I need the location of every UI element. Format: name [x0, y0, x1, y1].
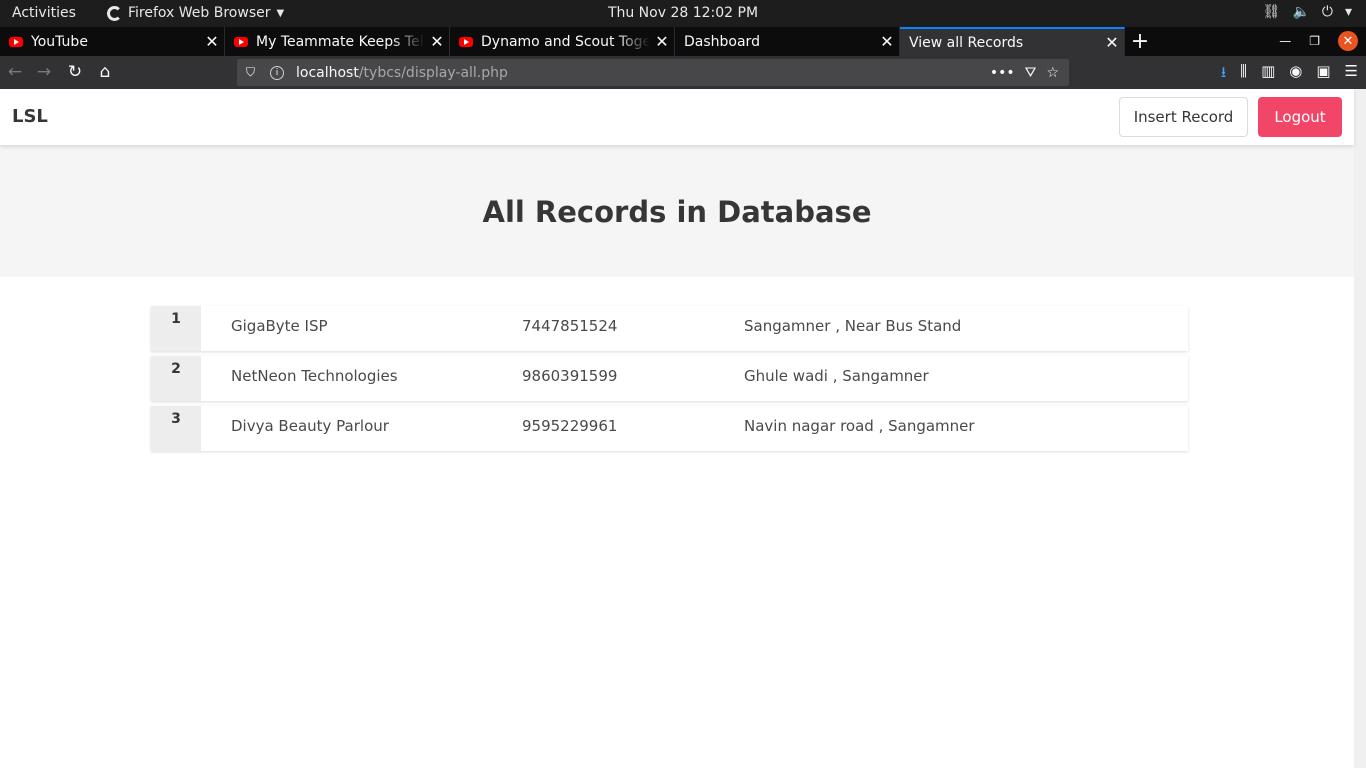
insert-record-button[interactable]: Insert Record — [1119, 97, 1248, 137]
youtube-icon — [9, 36, 23, 47]
record-phone: 9860391599 — [522, 367, 618, 385]
minimize-icon[interactable]: — — [1279, 34, 1291, 48]
record-row: 2 NetNeon Technologies 9860391599 Ghule … — [151, 356, 1188, 401]
page-content: LSL Insert Record Logout All Records in … — [0, 89, 1354, 768]
new-tab-button[interactable]: + — [1130, 27, 1150, 56]
sidebar-icon[interactable]: ▥ — [1261, 62, 1275, 87]
record-row: 3 Divya Beauty Parlour 9595229961 Navin … — [151, 406, 1188, 451]
close-icon[interactable]: ✕ — [1100, 33, 1124, 52]
power-icon[interactable]: ⏻ — [1322, 4, 1333, 20]
library-icon[interactable]: ⫼ — [1240, 62, 1247, 87]
record-phone: 7447851524 — [522, 317, 618, 335]
download-icon[interactable]: ⭳ — [1221, 62, 1226, 87]
reload-icon[interactable]: ↻ — [64, 62, 86, 82]
window-close-button[interactable]: ✕ — [1338, 31, 1358, 51]
record-number: 2 — [151, 356, 201, 401]
url-bar[interactable]: ⛉ i localhost/tybcs/display-all.php ••• … — [237, 59, 1069, 86]
hero-section: All Records in Database — [0, 145, 1354, 277]
page-title: All Records in Database — [482, 195, 872, 229]
tab-teammate[interactable]: My Teammate Keeps Telling ✕ — [225, 27, 450, 56]
system-top-bar: Activities Firefox Web Browser ▼ Thu Nov… — [0, 0, 1366, 27]
record-number: 3 — [151, 406, 201, 451]
url-text[interactable]: localhost/tybcs/display-all.php — [296, 65, 990, 81]
tab-label: Dashboard — [684, 33, 760, 50]
close-icon[interactable]: ✕ — [200, 32, 224, 51]
clock[interactable]: Thu Nov 28 12:02 PM — [0, 5, 1366, 21]
tab-label: View all Records — [909, 34, 1024, 51]
system-tray[interactable]: ⛓ 🔈 ⏻ ▾ — [1263, 4, 1352, 20]
bookmark-star-icon[interactable]: ☆ — [1046, 65, 1059, 81]
close-icon[interactable]: ✕ — [650, 32, 674, 51]
menu-icon[interactable]: ☰ — [1345, 62, 1358, 87]
url-host: localhost — [296, 64, 359, 81]
url-path: /tybcs/display-all.php — [358, 64, 508, 81]
tab-label: Dynamo and Scout Together — [481, 33, 650, 50]
records-list: 1 GigaByte ISP 7447851524 Sangamner , Ne… — [151, 306, 1188, 456]
back-arrow-icon[interactable]: ← — [4, 62, 26, 82]
record-number: 1 — [151, 306, 201, 351]
tab-dashboard[interactable]: Dashboard ✕ — [675, 27, 900, 56]
record-name: Divya Beauty Parlour — [231, 417, 389, 435]
record-address: Navin nagar road , Sangamner — [744, 417, 975, 435]
volume-icon[interactable]: 🔈 — [1292, 4, 1309, 20]
toolbar-right: ⭳ ⫼ ▥ ◉ ▣ ☰ — [1221, 62, 1358, 87]
tab-strip: YouTube ✕ My Teammate Keeps Telling ✕ Dy… — [0, 27, 1366, 56]
record-address: Ghule wadi , Sangamner — [744, 367, 929, 385]
site-brand[interactable]: LSL — [12, 106, 48, 127]
youtube-icon — [234, 36, 248, 47]
tab-label: My Teammate Keeps Telling — [256, 33, 425, 50]
close-icon[interactable]: ✕ — [425, 32, 449, 51]
restore-icon[interactable]: ❐ — [1309, 34, 1320, 48]
home-icon[interactable]: ⌂ — [94, 62, 116, 82]
network-icon[interactable]: ⛓ — [1263, 4, 1281, 20]
window-controls: — ❐ ✕ — [1279, 31, 1358, 51]
shield-icon[interactable]: ⛉ — [246, 65, 259, 80]
record-phone: 9595229961 — [522, 417, 618, 435]
tab-label: YouTube — [31, 33, 88, 50]
extension-icon[interactable]: ▣ — [1316, 62, 1330, 87]
record-name: NetNeon Technologies — [231, 367, 398, 385]
close-icon[interactable]: ✕ — [875, 32, 899, 51]
page-scrollbar[interactable] — [1354, 89, 1366, 768]
site-navbar: LSL Insert Record Logout — [0, 89, 1354, 145]
pocket-icon[interactable]: ⛛ — [1025, 65, 1037, 81]
account-icon[interactable]: ◉ — [1289, 62, 1302, 87]
tab-dynamo[interactable]: Dynamo and Scout Together ✕ — [450, 27, 675, 56]
url-actions: ••• ⛛ ☆ — [990, 65, 1059, 81]
navigation-toolbar: ← → ↻ ⌂ ⛉ i localhost/tybcs/display-all.… — [0, 56, 1366, 89]
chevron-down-icon[interactable]: ▾ — [1345, 4, 1352, 20]
record-address: Sangamner , Near Bus Stand — [744, 317, 962, 335]
more-icon[interactable]: ••• — [990, 65, 1015, 81]
record-name: GigaByte ISP — [231, 317, 328, 335]
tab-youtube[interactable]: YouTube ✕ — [0, 27, 225, 56]
info-icon[interactable]: i — [270, 65, 284, 80]
logout-button[interactable]: Logout — [1258, 97, 1342, 137]
forward-arrow-icon[interactable]: → — [33, 62, 55, 82]
record-row: 1 GigaByte ISP 7447851524 Sangamner , Ne… — [151, 306, 1188, 351]
youtube-icon — [459, 36, 473, 47]
tab-view-all-records[interactable]: View all Records ✕ — [900, 27, 1125, 56]
